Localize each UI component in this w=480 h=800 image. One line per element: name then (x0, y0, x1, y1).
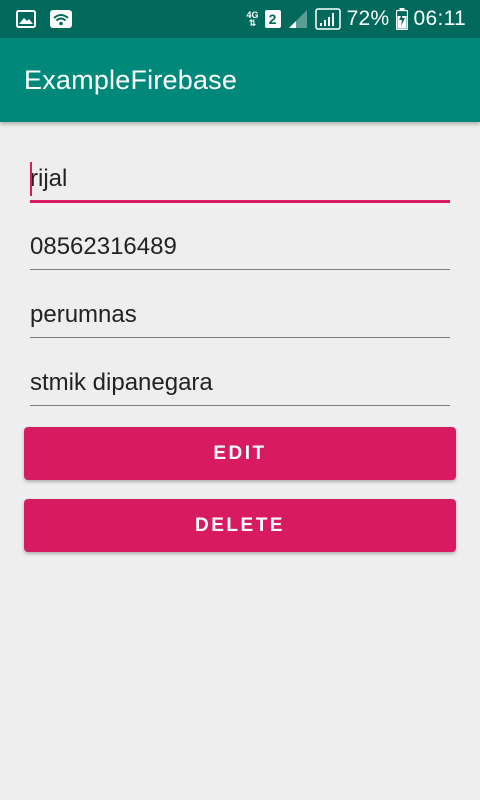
signal-sim2-icon (314, 8, 341, 30)
status-time: 06:11 (413, 7, 466, 30)
app-toolbar: ExampleFirebase (0, 38, 480, 122)
battery-percent: 72% (346, 7, 390, 30)
phone-field[interactable] (30, 228, 450, 270)
sim-slot-badge: 2 (264, 10, 281, 28)
address-field[interactable] (30, 296, 450, 338)
edit-button[interactable]: EDIT (24, 427, 456, 480)
delete-button[interactable]: DELETE (24, 499, 456, 552)
app-title: ExampleFirebase (24, 64, 238, 95)
status-bar-left (16, 10, 72, 28)
school-field[interactable] (30, 364, 450, 406)
status-bar: 4G ⇅ 2 72% 06:11 (0, 0, 480, 38)
battery-charging-icon (395, 8, 408, 30)
wifi-icon (50, 10, 72, 28)
text-cursor (30, 162, 32, 196)
data-arrows-icon: ⇅ (248, 18, 257, 28)
gallery-icon (16, 10, 36, 28)
network-type-badge: 4G ⇅ (247, 11, 259, 28)
name-field[interactable] (30, 161, 450, 203)
signal-icon (287, 9, 309, 29)
status-bar-right: 4G ⇅ 2 72% 06:11 (247, 7, 466, 31)
